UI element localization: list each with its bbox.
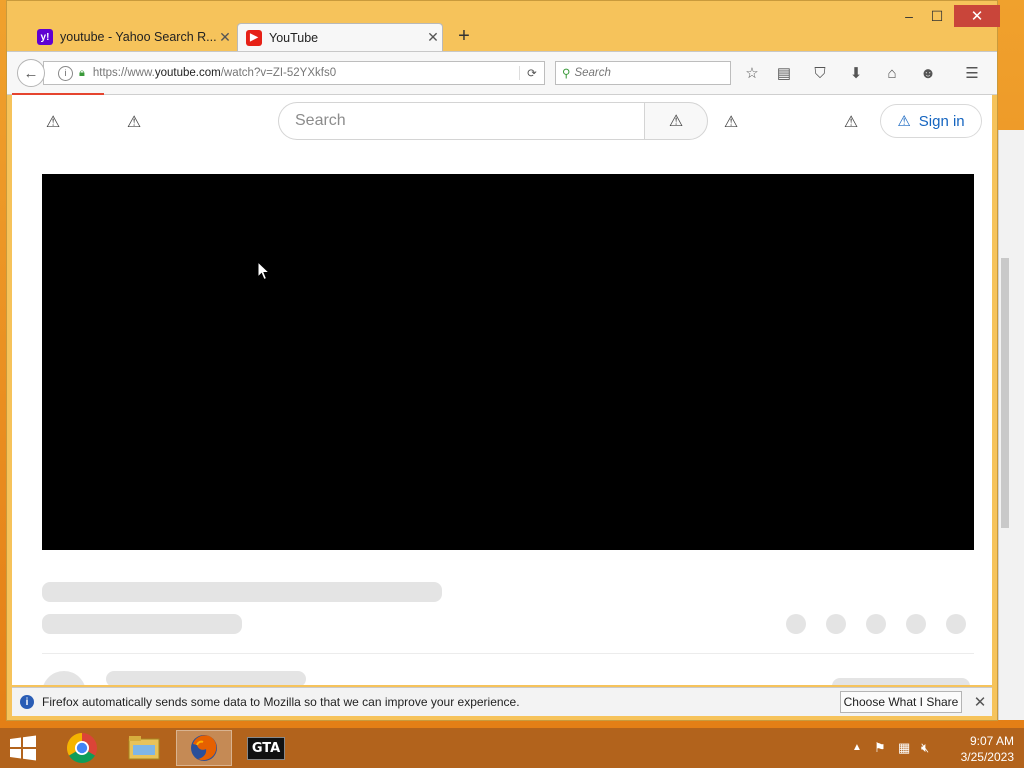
clock-time: 9:07 AM (969, 734, 1014, 748)
minimize-button[interactable]: – (897, 5, 921, 27)
firefox-window: – ☐ ✕ y! youtube - Yahoo Search R... ✕ ▶… (6, 0, 1000, 721)
choose-what-i-share-button[interactable]: Choose What I Share (840, 691, 962, 713)
info-icon: i (20, 695, 34, 709)
system-tray: ▲ ⚑ ▦ 🔇︎ 9:07 AM 3/25/2023 (848, 728, 1024, 768)
warning-icon[interactable]: ⚠ (42, 111, 64, 133)
action-placeholder (946, 614, 966, 634)
divider (42, 653, 974, 654)
action-center-flag-icon[interactable]: ⚑ (874, 740, 886, 756)
url-bar[interactable]: i 🔒︎ https://www.youtube.com/watch?v=ZI-… (43, 61, 545, 85)
comment-placeholder (106, 671, 306, 685)
chrome-icon[interactable] (54, 730, 110, 766)
yahoo-icon: y! (37, 29, 53, 45)
action-placeholder (786, 614, 806, 634)
warning-icon[interactable]: ⚠ (720, 111, 742, 133)
gta-icon[interactable]: GTA (238, 730, 294, 766)
firefox-icon[interactable] (176, 730, 232, 766)
title-placeholder (42, 582, 442, 602)
menu-icon[interactable]: ☰ (961, 62, 983, 84)
pocket-icon[interactable]: ⛉ (809, 62, 831, 84)
close-tab-icon[interactable]: ✕ (216, 29, 234, 46)
search-icon: ⚲ (562, 68, 571, 80)
taskbar: GTA ▲ ⚑ ▦ 🔇︎ 9:07 AM 3/25/2023 (0, 728, 1024, 768)
button-placeholder (832, 678, 970, 685)
network-icon[interactable]: ▦ (898, 740, 910, 756)
url-text[interactable]: https://www.youtube.com/watch?v=ZI-52YXk… (93, 67, 519, 79)
maximize-button[interactable]: ☐ (925, 5, 949, 27)
youtube-icon: ▶ (246, 29, 262, 46)
home-icon[interactable]: ⌂ (881, 62, 903, 84)
title-bar: – ☐ ✕ y! youtube - Yahoo Search R... ✕ ▶… (7, 1, 1000, 51)
clock-date: 3/25/2023 (960, 750, 1014, 764)
youtube-search-button[interactable]: ⚠ (644, 102, 708, 140)
tab-yahoo-search[interactable]: y! youtube - Yahoo Search R... ✕ (29, 23, 234, 51)
tab-youtube[interactable]: ▶ YouTube ✕ (237, 23, 443, 51)
bookmark-star-icon[interactable]: ☆ (741, 62, 763, 84)
scrollbar-thumb[interactable] (1001, 258, 1009, 528)
download-icon[interactable]: ⬇ (845, 62, 867, 84)
file-explorer-icon[interactable] (116, 730, 172, 766)
channel-placeholder (42, 614, 242, 634)
tab-label: YouTube (269, 30, 319, 45)
gta-label: GTA (246, 736, 286, 760)
youtube-search-input[interactable]: Search (278, 102, 644, 140)
show-hidden-icons-icon[interactable]: ▲ (852, 742, 862, 753)
sign-in-button[interactable]: ⚠ Sign in (880, 104, 982, 138)
search-placeholder: Search (574, 67, 611, 79)
warning-icon[interactable]: ⚠ (123, 111, 145, 133)
action-placeholder (906, 614, 926, 634)
close-window-button[interactable]: ✕ (954, 5, 1000, 27)
background-window-scrollbar[interactable] (998, 130, 1024, 720)
warning-icon: ⚠ (897, 113, 911, 130)
mouse-cursor-icon (257, 261, 271, 281)
youtube-page: ⚠ ⚠ Search ⚠ ⚠ ⚠ ⚠ Sign in (12, 95, 992, 685)
navigation-toolbar: i 🔒︎ https://www.youtube.com/watch?v=ZI-… (7, 51, 997, 95)
clock[interactable]: 9:07 AM 3/25/2023 (946, 733, 1024, 765)
new-tab-plus-icon[interactable]: + (453, 25, 475, 47)
info-icon[interactable]: i (58, 65, 73, 81)
lock-icon[interactable]: 🔒︎ (79, 67, 85, 80)
chat-icon[interactable]: ☻ (917, 62, 939, 84)
action-placeholder (866, 614, 886, 634)
close-icon[interactable]: ✕ (970, 691, 990, 713)
warning-icon: ⚠ (668, 113, 684, 130)
reload-icon[interactable]: ⟳ (519, 66, 544, 80)
sign-in-label: Sign in (918, 112, 965, 130)
windows-start-icon[interactable] (8, 734, 38, 762)
close-tab-icon[interactable]: ✕ (424, 29, 442, 46)
browser-search-field[interactable]: ⚲ Search (555, 61, 731, 85)
avatar-placeholder (42, 671, 86, 685)
reading-list-icon[interactable]: ▤ (773, 62, 795, 84)
warning-icon[interactable]: ⚠ (840, 111, 862, 133)
action-placeholder (826, 614, 846, 634)
video-player[interactable] (42, 174, 974, 550)
tab-label: youtube - Yahoo Search R... (60, 30, 216, 44)
back-arrow-icon[interactable]: ← (17, 59, 45, 87)
notification-message: Firefox automatically sends some data to… (42, 695, 520, 709)
volume-muted-icon[interactable]: 🔇︎ (921, 740, 929, 756)
notification-bar: i Firefox automatically sends some data … (12, 687, 992, 716)
